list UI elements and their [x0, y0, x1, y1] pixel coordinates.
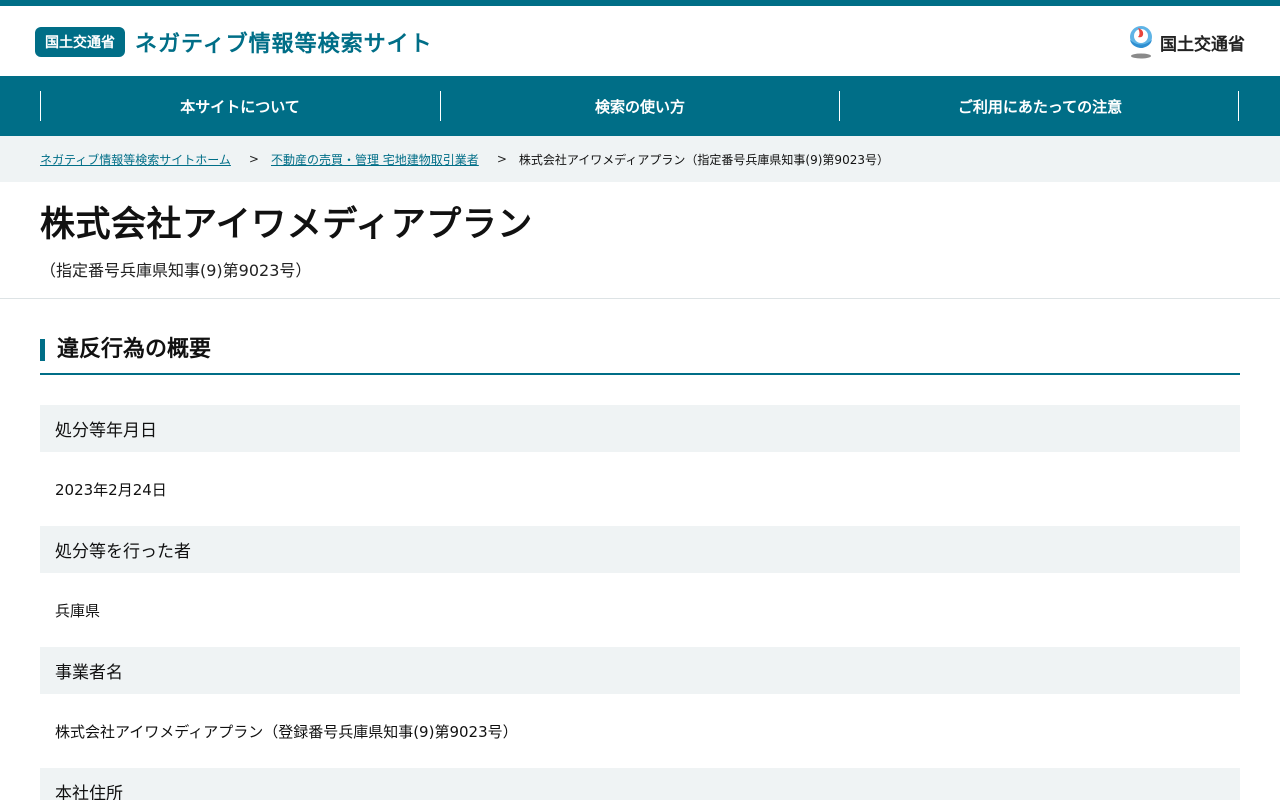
- detail-value-disposition-date: 2023年2月24日: [55, 480, 167, 499]
- breadcrumb-separator: >: [496, 152, 507, 166]
- breadcrumb-category-link[interactable]: 不動産の売買・管理 宅地建物取引業者: [271, 151, 479, 168]
- nav-divider: [1238, 91, 1239, 121]
- page-title: 株式会社アイワメディアプラン: [40, 205, 533, 245]
- detail-label-authority: 処分等を行った者: [40, 526, 1240, 573]
- breadcrumb: ネガティブ情報等検索サイトホーム > 不動産の売買・管理 宅地建物取引業者 > …: [0, 136, 1280, 182]
- nav-item-usage-notes[interactable]: ご利用にあたっての注意: [840, 91, 1240, 121]
- section-title: 違反行為の概要: [57, 337, 212, 362]
- breadcrumb-separator: >: [248, 152, 259, 166]
- section-accent-bar: [40, 339, 45, 361]
- site-logo-link[interactable]: 国土交通省 ネガティブ情報等検索サイト: [35, 26, 433, 58]
- page-heading: 株式会社アイワメディアプラン （指定番号兵庫県知事(9)第9023号）: [0, 182, 1280, 299]
- ministry-badge: 国土交通省: [35, 27, 125, 57]
- site-header: 国土交通省 ネガティブ情報等検索サイト 国土交通省: [0, 6, 1280, 76]
- detail-value-business-name: 株式会社アイワメディアプラン（登録番号兵庫県知事(9)第9023号）: [55, 722, 518, 741]
- detail-value-authority: 兵庫県: [55, 601, 101, 620]
- global-nav: 本サイトについて 検索の使い方 ご利用にあたっての注意: [0, 76, 1280, 136]
- nav-item-how-to-search[interactable]: 検索の使い方: [440, 91, 840, 121]
- breadcrumb-current: 株式会社アイワメディアプラン（指定番号兵庫県知事(9)第9023号）: [518, 152, 889, 167]
- detail-label-head-office-address: 本社住所: [40, 768, 1240, 800]
- breadcrumb-home-link[interactable]: ネガティブ情報等検索サイトホーム: [40, 151, 231, 168]
- page-subtitle: （指定番号兵庫県知事(9)第9023号）: [40, 261, 312, 280]
- mlit-logo[interactable]: 国土交通省: [1126, 25, 1245, 59]
- detail-label-disposition-date: 処分等年月日: [40, 405, 1240, 452]
- site-title: ネガティブ情報等検索サイト: [135, 32, 433, 57]
- detail-list: 処分等年月日 2023年2月24日 処分等を行った者 兵庫県 事業者名 株式会社…: [40, 405, 1240, 800]
- detail-label-business-name: 事業者名: [40, 647, 1240, 694]
- nav-item-about[interactable]: 本サイトについて: [40, 91, 440, 121]
- mlit-logo-text: 国土交通省: [1160, 34, 1245, 55]
- section-heading: 違反行為の概要: [40, 337, 1240, 375]
- main-content: 違反行為の概要 処分等年月日 2023年2月24日 処分等を行った者 兵庫県 事…: [0, 337, 1280, 800]
- mlit-emblem-icon: [1130, 26, 1152, 59]
